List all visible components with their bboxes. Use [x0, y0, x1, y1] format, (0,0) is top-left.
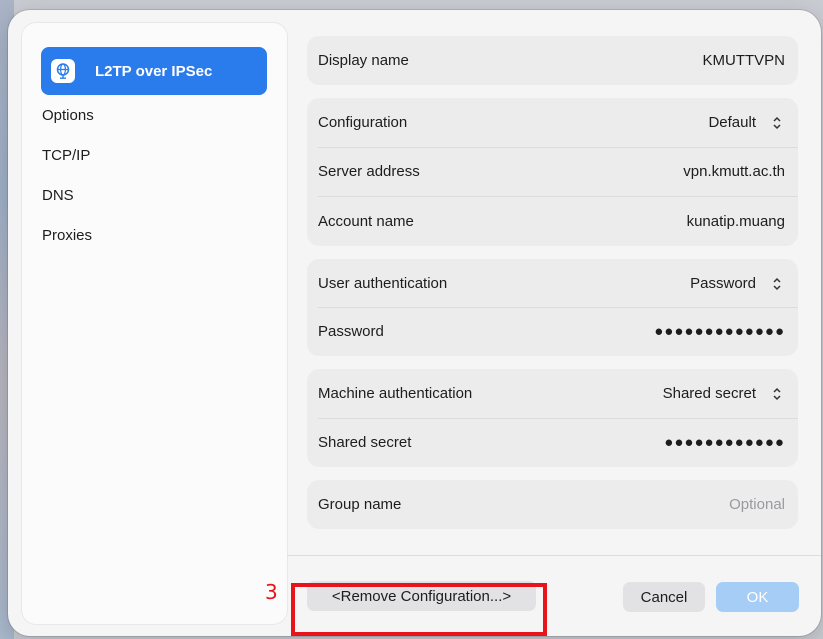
server-address-row: Server address vpn.kmutt.ac.th	[307, 147, 798, 196]
configuration-value: Default	[708, 114, 756, 131]
user-authentication-value: Password	[690, 275, 756, 292]
shared-secret-label: Shared secret	[318, 434, 412, 451]
machine-auth-group: Machine authentication Shared secret Sha…	[307, 369, 798, 467]
cancel-button[interactable]: Cancel	[623, 582, 705, 612]
machine-authentication-label: Machine authentication	[318, 385, 473, 402]
server-address-field[interactable]: vpn.kmutt.ac.th	[683, 163, 785, 180]
sidebar-item-dns[interactable]: DNS	[42, 183, 74, 209]
annotation-highlight-box	[291, 583, 547, 636]
display-name-label: Display name	[318, 52, 409, 69]
sidebar: L2TP over IPSec Options TCP/IP DNS Proxi…	[22, 23, 287, 624]
machine-authentication-row: Machine authentication Shared secret	[307, 369, 798, 418]
globe-network-icon	[51, 59, 75, 83]
ok-button[interactable]: OK	[716, 582, 799, 612]
password-label: Password	[318, 323, 384, 340]
display-name-row: Display name KMUTTVPN	[307, 36, 798, 85]
display-name-field[interactable]: KMUTTVPN	[703, 52, 786, 69]
shared-secret-field[interactable]: ●●●●●●●●●●●●	[664, 434, 785, 451]
user-authentication-row: User authentication Password	[307, 259, 798, 308]
group-name-row: Group name Optional	[307, 480, 798, 529]
sidebar-item-proxies[interactable]: Proxies	[42, 223, 92, 249]
shared-secret-row: Shared secret ●●●●●●●●●●●●	[307, 418, 798, 467]
vpn-settings-sheet: L2TP over IPSec Options TCP/IP DNS Proxi…	[8, 10, 821, 636]
chevron-up-down-icon	[770, 275, 784, 293]
footer-divider	[287, 555, 821, 556]
machine-authentication-value: Shared secret	[662, 385, 756, 402]
machine-authentication-popup[interactable]: Shared secret	[663, 385, 785, 403]
user-authentication-popup[interactable]: Password	[690, 275, 785, 293]
group-name-label: Group name	[318, 496, 402, 513]
configuration-row: Configuration Default	[307, 98, 798, 147]
configuration-group: Configuration Default Server address vpn…	[307, 98, 798, 246]
display-name-group: Display name KMUTTVPN	[307, 36, 798, 85]
chevron-up-down-icon	[770, 114, 784, 132]
sidebar-item-l2tp[interactable]: L2TP over IPSec	[41, 47, 267, 95]
password-row: Password ●●●●●●●●●●●●●	[307, 307, 798, 356]
sidebar-item-tcpip[interactable]: TCP/IP	[42, 143, 90, 169]
sidebar-item-options[interactable]: Options	[42, 103, 94, 129]
group-name-group: Group name Optional	[307, 480, 798, 529]
password-field[interactable]: ●●●●●●●●●●●●●	[654, 323, 785, 340]
account-name-label: Account name	[318, 213, 414, 230]
annotation-number: 3	[265, 580, 278, 604]
user-authentication-label: User authentication	[318, 275, 448, 292]
account-name-row: Account name kunatip.muang	[307, 197, 798, 246]
sidebar-item-label: L2TP over IPSec	[95, 62, 213, 80]
account-name-field[interactable]: kunatip.muang	[687, 213, 785, 230]
group-name-field[interactable]: Optional	[729, 496, 785, 513]
chevron-up-down-icon	[770, 385, 784, 403]
configuration-label: Configuration	[318, 114, 408, 131]
user-auth-group: User authentication Password Password ●●…	[307, 259, 798, 356]
server-address-label: Server address	[318, 163, 420, 180]
configuration-popup[interactable]: Default	[708, 114, 785, 132]
